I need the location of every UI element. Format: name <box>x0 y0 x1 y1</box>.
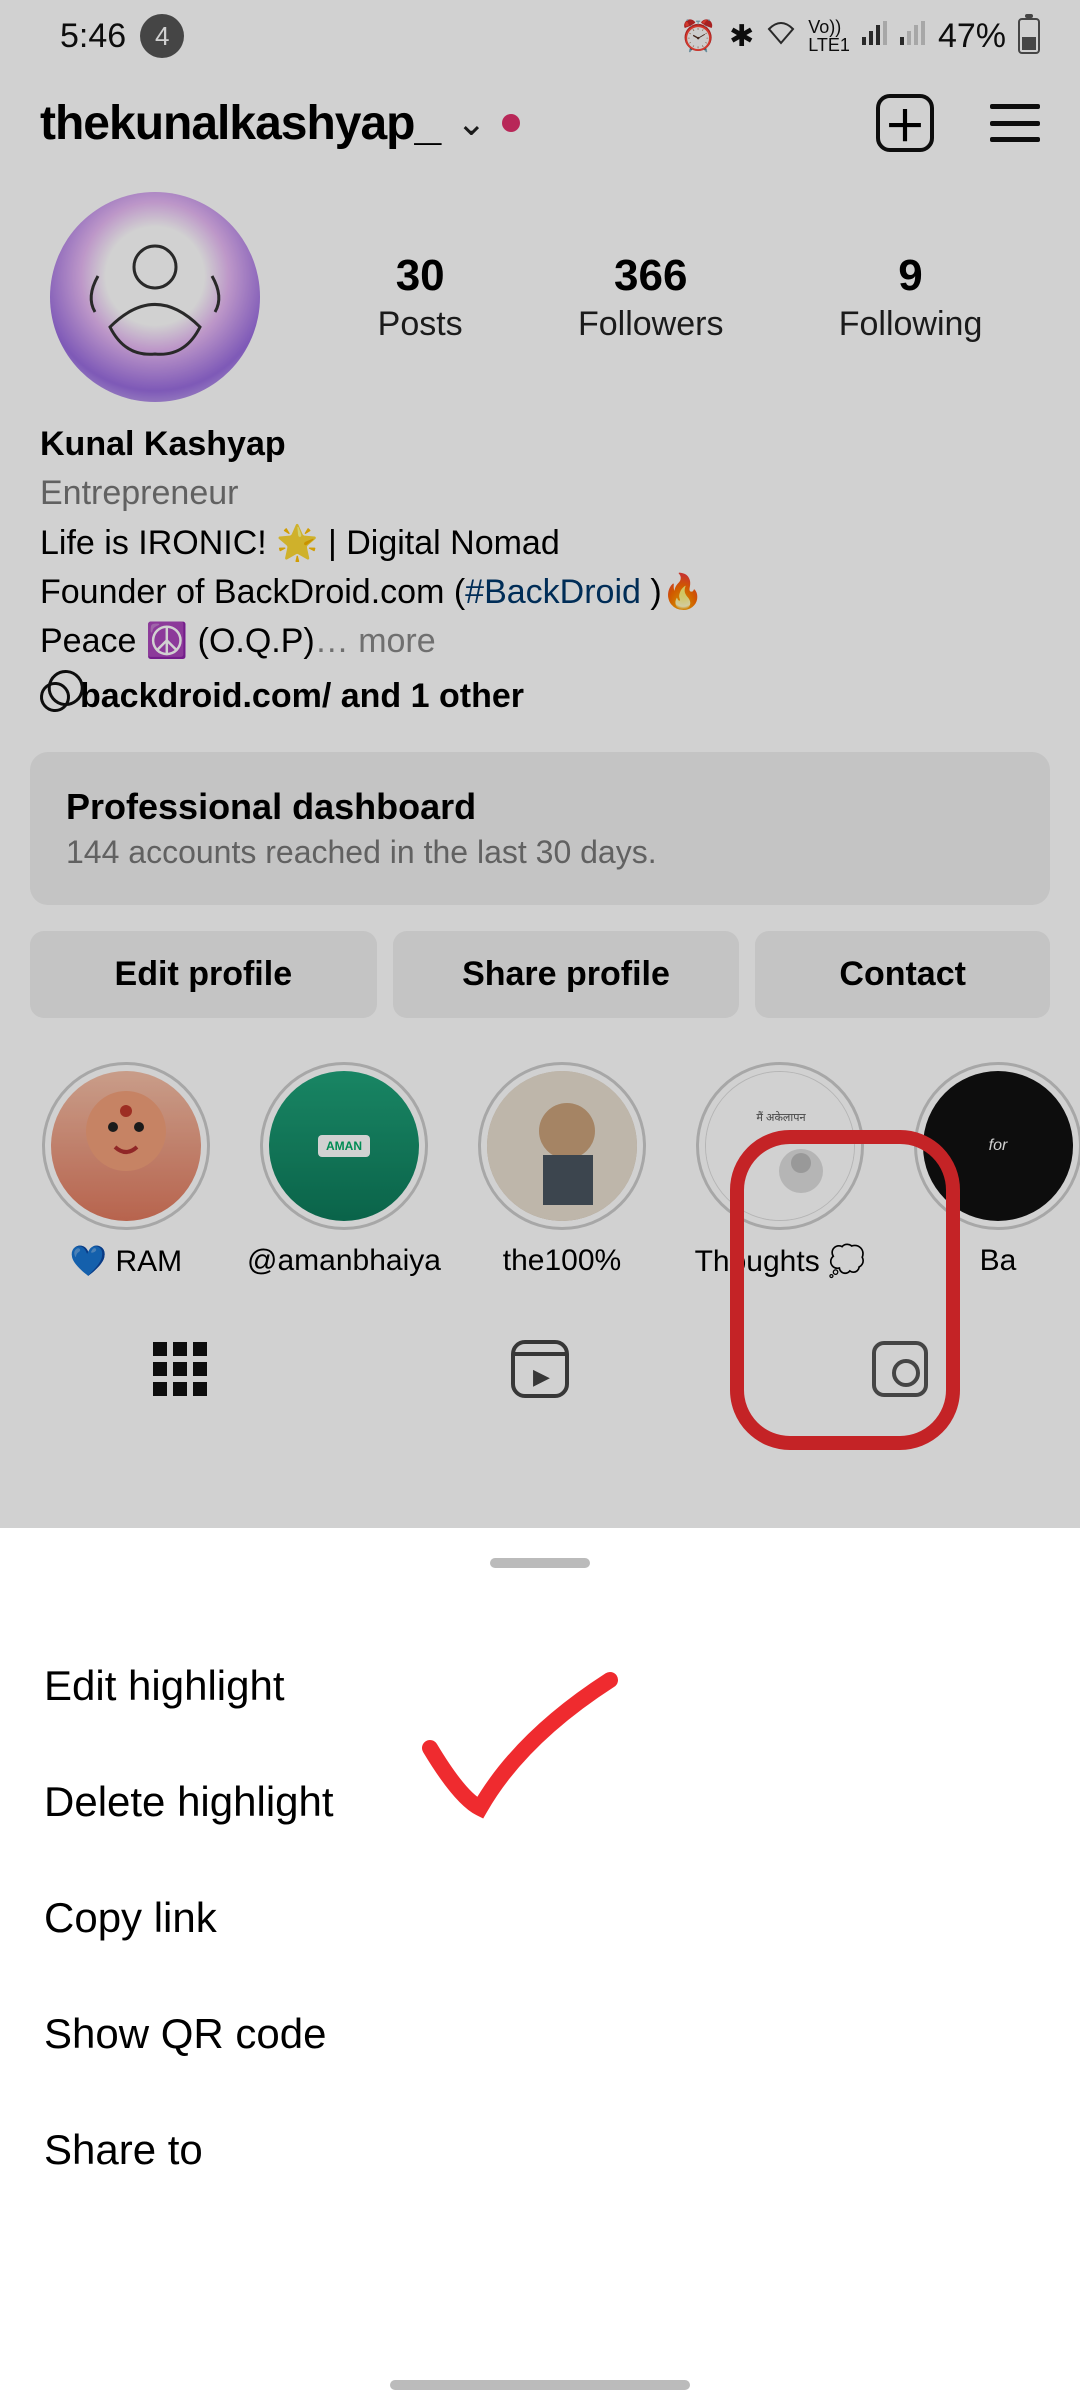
network-lte-icon: Vo))LTE1 <box>808 18 850 54</box>
home-indicator[interactable] <box>390 2380 690 2390</box>
dashboard-subtitle: 144 accounts reached in the last 30 days… <box>66 834 1014 871</box>
bio-hashtag[interactable]: #BackDroid <box>465 573 641 611</box>
highlight-label: @amanbhaiya <box>247 1244 441 1278</box>
highlight-label: 💙 RAM <box>70 1244 182 1279</box>
professional-dashboard[interactable]: Professional dashboard 144 accounts reac… <box>30 752 1050 905</box>
stat-number: 9 <box>839 251 983 301</box>
link-icon <box>34 676 76 718</box>
alarm-icon: ⏰ <box>680 19 717 54</box>
svg-text:मैं अकेलापन: मैं अकेलापन <box>756 1111 806 1124</box>
stat-number: 366 <box>578 251 723 301</box>
sheet-show-qr[interactable]: Show QR code <box>0 1976 1080 2092</box>
bio-line: Peace ☮️ (O.Q.P)… more <box>40 617 1040 666</box>
bio-line: Life is IRONIC! 🌟 | Digital Nomad <box>40 519 1040 568</box>
profile-avatar[interactable] <box>50 192 260 402</box>
highlights-row[interactable]: 💙 RAM AMAN @amanbhaiya the100% मैं अकेला… <box>0 1018 1080 1279</box>
highlight-item[interactable]: 💙 RAM <box>36 1062 216 1279</box>
grid-icon <box>153 1342 207 1396</box>
highlight-item[interactable]: मैं अकेलापन Thoughts 💭 <box>690 1062 870 1279</box>
chevron-down-icon: ⌄ <box>456 102 486 144</box>
highlight-item[interactable]: the100% <box>472 1062 652 1279</box>
bio-link[interactable]: backdroid.com/ and 1 other <box>40 672 1040 721</box>
reels-icon <box>511 1340 569 1398</box>
sheet-copy-link[interactable]: Copy link <box>0 1860 1080 1976</box>
highlight-item[interactable]: AMAN @amanbhaiya <box>254 1062 434 1279</box>
bio-link-text: backdroid.com/ and 1 other <box>80 672 524 721</box>
username-label: thekunalkashyap_ <box>40 96 440 151</box>
bio-text: Founder of BackDroid.com ( <box>40 573 465 611</box>
bio-line: Founder of BackDroid.com (#BackDroid )🔥 <box>40 568 1040 617</box>
sheet-handle[interactable] <box>490 1558 590 1568</box>
bio-ellipsis: … <box>315 622 358 660</box>
action-sheet: Edit highlight Delete highlight Copy lin… <box>0 1528 1080 2408</box>
tagged-icon <box>872 1341 928 1397</box>
highlight-label: the100% <box>503 1244 621 1278</box>
status-bar: 5:46 4 ⏰ ✱ Vo))LTE1 47% <box>0 0 1080 64</box>
username-switcher[interactable]: thekunalkashyap_ ⌄ <box>40 96 520 151</box>
tab-tagged[interactable] <box>720 1329 1080 1409</box>
stat-label: Followers <box>578 305 723 344</box>
stat-label: Posts <box>378 305 463 344</box>
stats-following[interactable]: 9 Following <box>839 251 983 344</box>
battery-percent: 47% <box>938 17 1006 56</box>
contact-button[interactable]: Contact <box>755 931 1050 1018</box>
tab-grid[interactable] <box>0 1329 360 1409</box>
bio-text: Peace ☮️ (O.Q.P) <box>40 622 315 660</box>
display-name: Kunal Kashyap <box>40 420 1040 469</box>
highlight-item[interactable]: for Ba <box>908 1062 1080 1279</box>
dashboard-title: Professional dashboard <box>66 786 1014 828</box>
highlight-label: Thoughts 💭 <box>695 1244 866 1279</box>
signal-icon-2 <box>900 19 926 53</box>
battery-icon <box>1018 18 1040 54</box>
create-button[interactable]: ＋ <box>876 94 934 152</box>
stat-label: Following <box>839 305 983 344</box>
stats-followers[interactable]: 366 Followers <box>578 251 723 344</box>
edit-profile-button[interactable]: Edit profile <box>30 931 377 1018</box>
bluetooth-icon: ✱ <box>729 19 754 54</box>
bio-category: Entrepreneur <box>40 469 1040 518</box>
bio-text: )🔥 <box>641 573 704 611</box>
bio-more-button[interactable]: more <box>358 622 435 660</box>
status-time: 5:46 <box>60 17 126 56</box>
signal-icon <box>862 19 888 53</box>
notification-dot-icon <box>502 114 520 132</box>
sheet-delete-highlight[interactable]: Delete highlight <box>0 1744 1080 1860</box>
stats-posts[interactable]: 30 Posts <box>378 251 463 344</box>
wifi-icon <box>766 19 796 53</box>
status-notif-count: 4 <box>140 14 184 58</box>
highlight-label: Ba <box>980 1244 1017 1278</box>
sheet-share-to[interactable]: Share to <box>0 2092 1080 2208</box>
sheet-edit-highlight[interactable]: Edit highlight <box>0 1628 1080 1744</box>
menu-button[interactable] <box>990 104 1040 142</box>
share-profile-button[interactable]: Share profile <box>393 931 740 1018</box>
stat-number: 30 <box>378 251 463 301</box>
bio-section: Kunal Kashyap Entrepreneur Life is IRONI… <box>0 402 1080 722</box>
tab-reels[interactable] <box>360 1329 720 1409</box>
